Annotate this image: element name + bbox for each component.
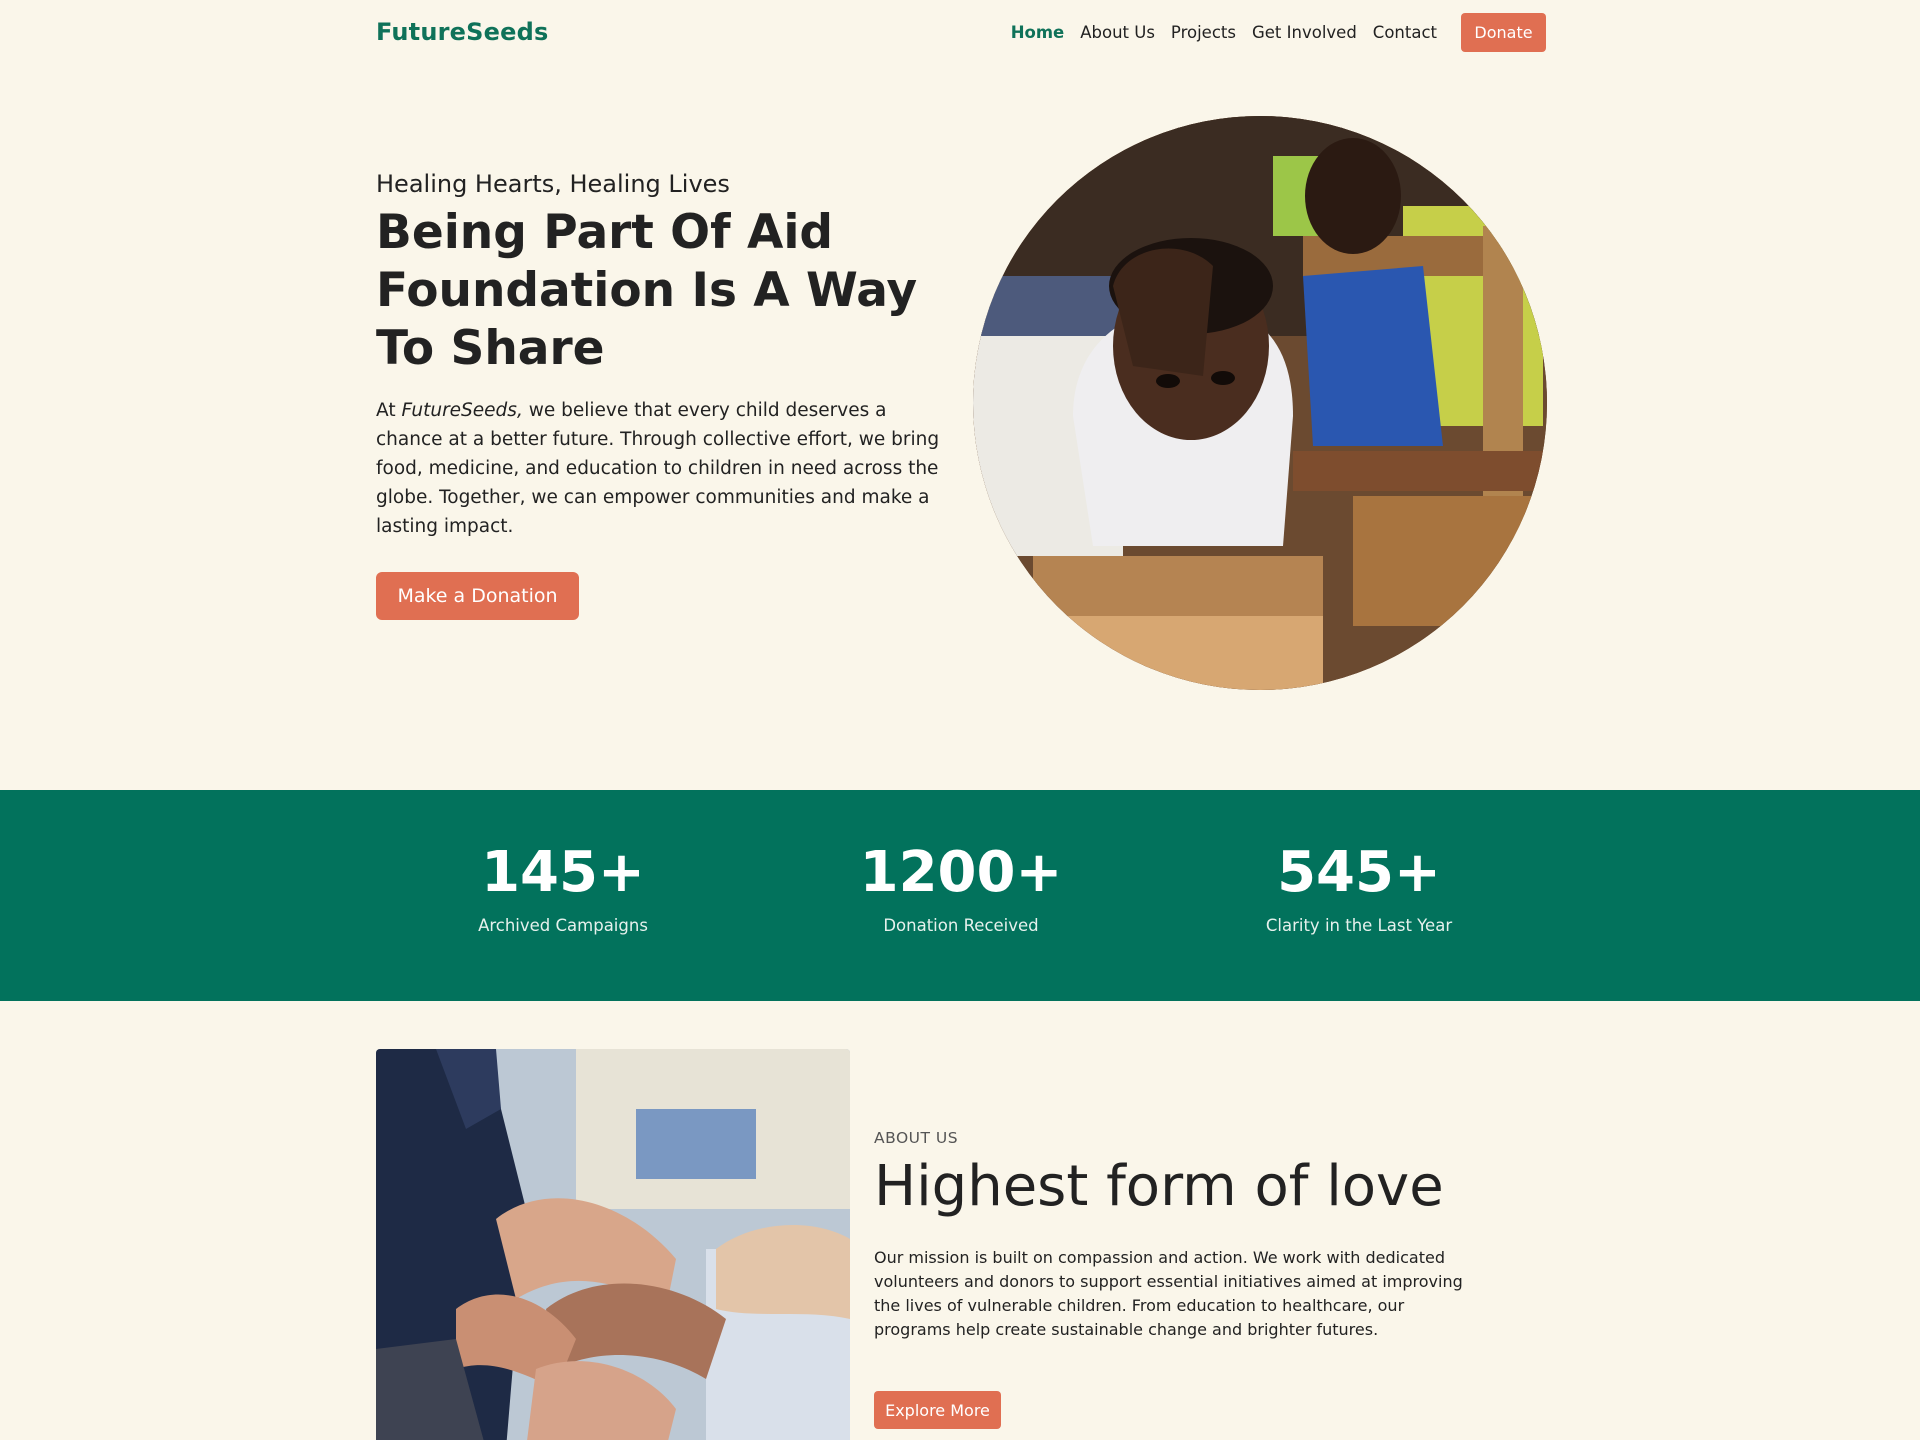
stat-label: Archived Campaigns <box>478 916 648 935</box>
hero-title: Being Part Of Aid Foundation Is A Way To… <box>376 205 918 376</box>
hero-child-photo <box>973 116 1547 690</box>
stats-band: 145+ Archived Campaigns 1200+ Donation R… <box>0 790 1920 1001</box>
top-navigation: FutureSeeds Home About Us Projects Get I… <box>376 12 1546 52</box>
explore-more-button[interactable]: Explore More <box>874 1391 1001 1429</box>
nav-link-contact[interactable]: Contact <box>1373 23 1437 42</box>
hero-photo-illustration <box>973 116 1547 690</box>
stat-value: 545+ <box>1277 840 1441 905</box>
brand-logo[interactable]: FutureSeeds <box>376 18 548 46</box>
about-eyebrow: ABOUT US <box>874 1129 959 1147</box>
nav-link-projects[interactable]: Projects <box>1171 23 1236 42</box>
donate-button[interactable]: Donate <box>1461 12 1546 52</box>
about-photo-illustration <box>376 1049 850 1440</box>
hero-description: At FutureSeeds, we believe that every ch… <box>376 396 956 541</box>
nav-link-home[interactable]: Home <box>1011 23 1065 42</box>
about-description: Our mission is built on compassion and a… <box>874 1248 1463 1339</box>
nav-link-about-us[interactable]: About Us <box>1080 23 1155 42</box>
nav-link-get-involved[interactable]: Get Involved <box>1252 23 1357 42</box>
hero-subtitle: Healing Hearts, Healing Lives <box>376 170 730 198</box>
stat-value: 1200+ <box>859 840 1063 905</box>
stat-value: 145+ <box>481 840 645 905</box>
hero-description-prefix: At <box>376 400 402 421</box>
stat-label: Donation Received <box>883 916 1039 935</box>
about-hands-photo <box>376 1049 850 1440</box>
main-menu: Home About Us Projects Get Involved Cont… <box>995 12 1546 52</box>
make-donation-button[interactable]: Make a Donation <box>376 572 579 620</box>
hero-description-brand: FutureSeeds, <box>401 400 523 421</box>
about-title: Highest form of love <box>874 1154 1444 1219</box>
stat-label: Clarity in the Last Year <box>1265 916 1453 935</box>
